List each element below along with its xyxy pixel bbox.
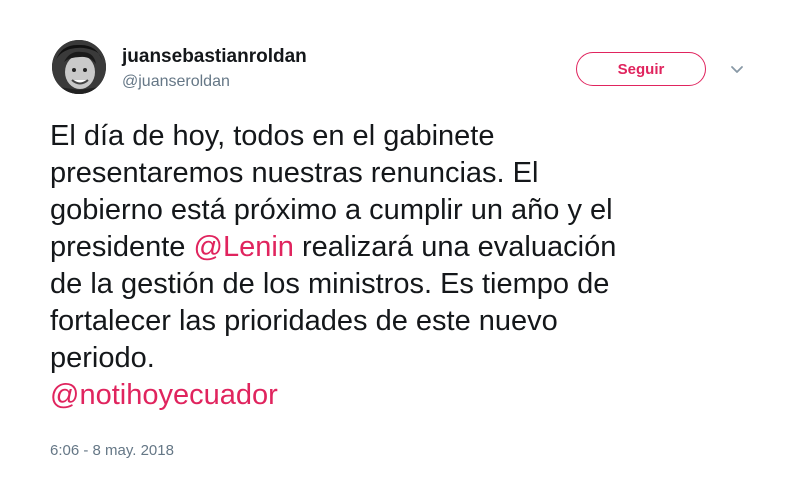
follow-button[interactable]: Seguir: [576, 52, 706, 86]
tweet-line: periodo.: [50, 340, 770, 377]
tweet-line: El día de hoy, todos en el gabinete: [50, 118, 770, 155]
text-segment: fortalecer las prioridades de este nuevo: [50, 305, 558, 337]
text-segment: presentaremos nuestras renuncias. El: [50, 157, 539, 189]
text-segment: de la gestión de los ministros. Es tiemp…: [50, 268, 610, 300]
mention-link-lenin[interactable]: @Lenin: [194, 231, 294, 263]
tweet-line: de la gestión de los ministros. Es tiemp…: [50, 266, 770, 303]
tweet-line: @notihoyecuador: [50, 377, 770, 414]
tweet-text: El día de hoy, todos en el gabinete pres…: [50, 118, 770, 414]
tweet-line: fortalecer las prioridades de este nuevo: [50, 303, 770, 340]
tweet-line: gobierno está próximo a cumplir un año y…: [50, 192, 770, 229]
text-segment: realizará una evaluación: [293, 231, 617, 263]
tweet-line: presentaremos nuestras renuncias. El: [50, 155, 770, 192]
tweet-card: juansebastianroldan @juanseroldan Seguir…: [0, 0, 800, 480]
tweet-line: presidente @Lenin realizará una evaluaci…: [50, 229, 770, 266]
text-segment: periodo.: [50, 342, 155, 374]
text-segment: gobierno está próximo a cumplir un año y…: [50, 194, 613, 226]
text-segment: El día de hoy, todos en el gabinete: [50, 120, 495, 152]
user-handle[interactable]: @juanseroldan: [122, 73, 230, 91]
avatar[interactable]: [52, 40, 106, 94]
display-name[interactable]: juansebastianroldan: [122, 46, 307, 68]
tweet-timestamp[interactable]: 6:06 - 8 may. 2018: [50, 442, 174, 459]
text-segment: presidente: [50, 231, 194, 263]
mention-link-notihoyecuador[interactable]: @notihoyecuador: [50, 379, 278, 411]
avatar-image: [52, 40, 106, 94]
chevron-down-icon[interactable]: [730, 62, 744, 76]
